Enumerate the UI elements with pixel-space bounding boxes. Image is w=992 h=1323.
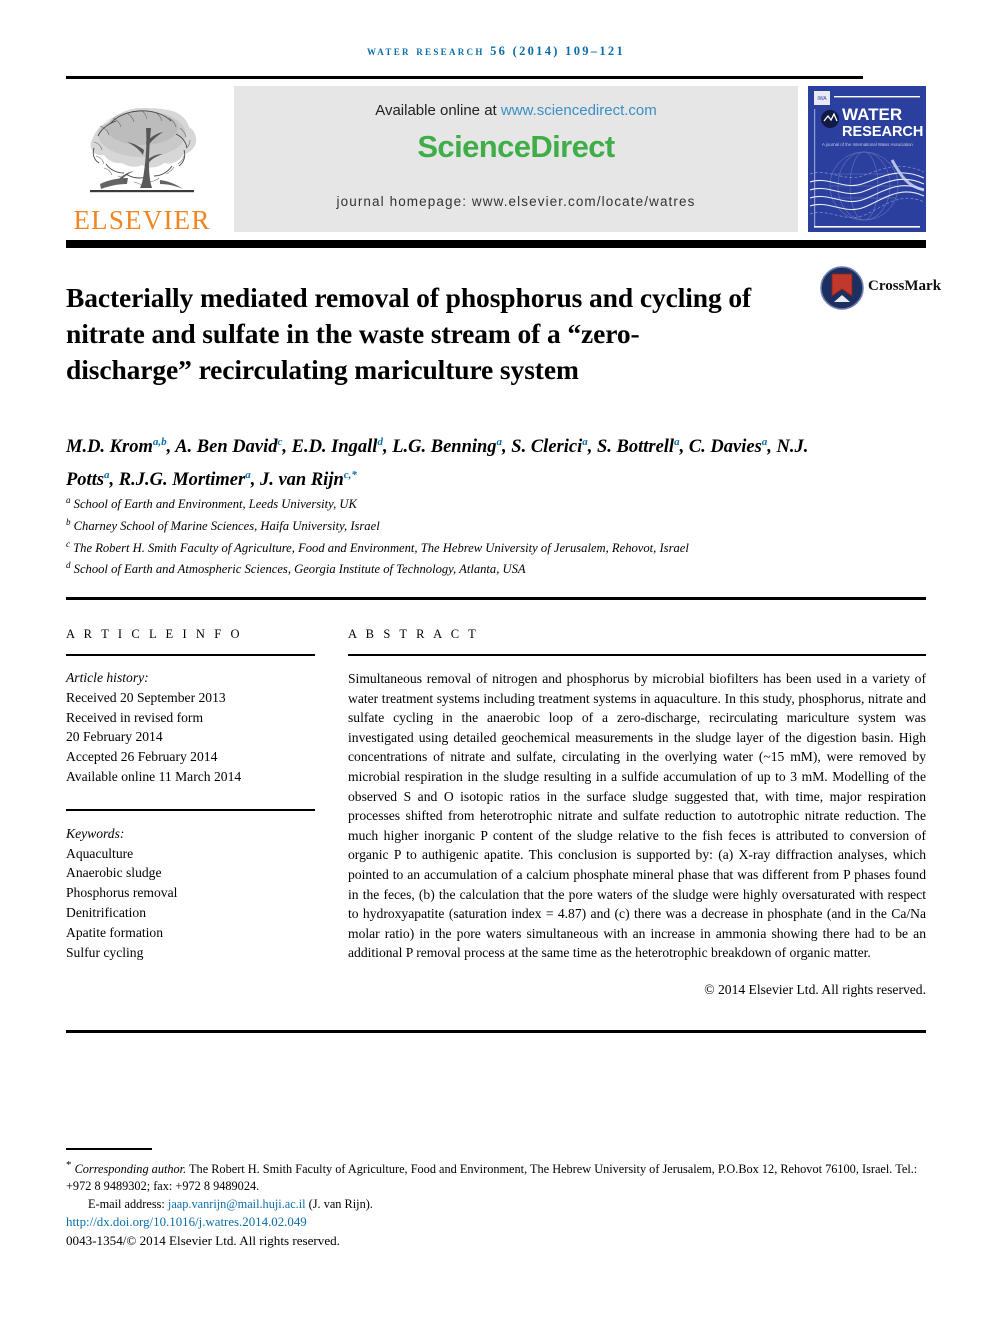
article-history: Article history: Received 20 September 2… bbox=[66, 668, 316, 787]
article-info-heading: A R T I C L E I N F O bbox=[66, 627, 243, 641]
keywords-label: Keywords: bbox=[66, 825, 125, 841]
abstract-heading: A B S T R A C T bbox=[348, 627, 479, 641]
issn-copyright-line: 0043-1354/© 2014 Elsevier Ltd. All right… bbox=[66, 1233, 340, 1249]
author-list: M.D. Kroma,b, A. Ben Davidc, E.D. Ingall… bbox=[66, 436, 809, 491]
crossmark-badge[interactable]: CrossMark bbox=[820, 266, 942, 322]
journal-homepage-line[interactable]: journal homepage: www.elsevier.com/locat… bbox=[234, 194, 798, 209]
elsevier-logo: ELSEVIER bbox=[66, 82, 218, 234]
page-title: Bacterially mediated removal of phosphor… bbox=[66, 282, 752, 386]
article-history-item: Accepted 26 February 2014 bbox=[66, 749, 218, 765]
journal-cover-thumbnail[interactable]: IWA WATER RESEARCH A journal of the Inte… bbox=[808, 86, 926, 232]
sciencedirect-url-link[interactable]: www.sciencedirect.com bbox=[501, 102, 657, 119]
header-bottom-rule bbox=[66, 597, 926, 600]
keywords-rule bbox=[66, 808, 315, 811]
journal-article-first-page: water research 56 (2014) 109–121 ELSEVIE… bbox=[0, 0, 992, 1323]
sciencedirect-banner: Available online at www.sciencedirect.co… bbox=[234, 86, 798, 232]
affiliation-item: a School of Earth and Environment, Leeds… bbox=[66, 492, 866, 514]
abstract-text: Simultaneous removal of nitrogen and pho… bbox=[348, 671, 926, 961]
affiliation-text: The Robert H. Smith Faculty of Agricultu… bbox=[73, 540, 689, 555]
affiliation-item: b Charney School of Marine Sciences, Hai… bbox=[66, 514, 866, 536]
keyword-item: Denitrification bbox=[66, 904, 147, 920]
keyword-item: Sulfur cycling bbox=[66, 944, 144, 960]
article-history-item: Available online 11 March 2014 bbox=[66, 768, 242, 784]
svg-text:RESEARCH: RESEARCH bbox=[842, 124, 923, 140]
footnote-separator bbox=[66, 1148, 152, 1150]
keyword-item: Apatite formation bbox=[66, 924, 164, 940]
svg-text:A journal of the International: A journal of the International Water Ass… bbox=[822, 142, 913, 147]
abstract-bottom-rule bbox=[66, 1030, 926, 1033]
email-note: E-mail address: jaap.vanrijn@mail.huji.a… bbox=[66, 1196, 936, 1214]
elsevier-wordmark: ELSEVIER bbox=[73, 205, 211, 235]
affiliation-list: a School of Earth and Environment, Leeds… bbox=[66, 492, 866, 579]
doi-link[interactable]: http://dx.doi.org/10.1016/j.watres.2014.… bbox=[66, 1213, 936, 1231]
sciencedirect-wordmark: ScienceDirect bbox=[417, 129, 615, 164]
keyword-item: Phosphorus removal bbox=[66, 885, 178, 901]
abstract-copyright: © 2014 Elsevier Ltd. All rights reserved… bbox=[704, 981, 926, 997]
affiliation-marker: d bbox=[66, 560, 71, 571]
affiliation-item: d School of Earth and Atmospheric Scienc… bbox=[66, 557, 866, 579]
journal-cover-artwork: IWA WATER RESEARCH A journal of the Inte… bbox=[808, 86, 926, 232]
affiliation-text: Charney School of Marine Sciences, Haifa… bbox=[73, 518, 380, 533]
footnote-block: * Corresponding author. The Robert H. Sm… bbox=[66, 1148, 936, 1250]
abstract-rule bbox=[348, 654, 926, 656]
banner-bottom-rule bbox=[66, 240, 926, 248]
email-owner: (J. van Rijn). bbox=[308, 1196, 373, 1211]
available-online-prefix: Available online at bbox=[375, 102, 501, 119]
svg-text:WATER: WATER bbox=[842, 105, 902, 124]
crossmark-label: CrossMark bbox=[868, 278, 942, 294]
abstract-column: A B S T R A C T Simultaneous removal of … bbox=[348, 627, 926, 998]
keyword-item: Aquaculture bbox=[66, 845, 134, 861]
affiliation-marker: c bbox=[66, 538, 70, 549]
article-history-item: 20 February 2014 bbox=[66, 729, 163, 745]
publisher-banner: ELSEVIER Available online at www.science… bbox=[66, 82, 926, 234]
article-info-column: A R T I C L E I N F O Article history: R… bbox=[66, 627, 316, 962]
keyword-list: Keywords: Aquaculture Anaerobic sludge P… bbox=[66, 824, 316, 963]
affiliation-item: c The Robert H. Smith Faculty of Agricul… bbox=[66, 536, 866, 558]
affiliation-text: School of Earth and Atmospheric Sciences… bbox=[73, 562, 526, 577]
affiliation-marker: b bbox=[66, 516, 71, 527]
article-history-item: Received 20 September 2013 bbox=[66, 689, 226, 705]
email-link[interactable]: jaap.vanrijn@mail.huji.ac.il bbox=[168, 1197, 306, 1211]
article-history-item: Received in revised form bbox=[66, 709, 204, 725]
corresponding-author-text: The Robert H. Smith Faculty of Agricultu… bbox=[66, 1161, 918, 1194]
keyword-item: Anaerobic sludge bbox=[66, 865, 162, 881]
corresponding-author-label: Corresponding author. bbox=[74, 1161, 187, 1176]
top-divider-rule bbox=[66, 76, 863, 79]
asterisk-icon: * bbox=[66, 1158, 72, 1171]
corresponding-author-note: * Corresponding author. The Robert H. Sm… bbox=[66, 1157, 936, 1196]
available-online-line: Available online at www.sciencedirect.co… bbox=[234, 102, 798, 119]
elsevier-tree-icon bbox=[90, 108, 197, 193]
affiliation-marker: a bbox=[66, 495, 71, 505]
article-history-label: Article history: bbox=[66, 670, 149, 685]
svg-text:IWA: IWA bbox=[817, 96, 827, 102]
affiliation-text: School of Earth and Environment, Leeds U… bbox=[73, 497, 357, 512]
email-label: E-mail address: bbox=[88, 1196, 165, 1211]
article-info-rule bbox=[66, 654, 315, 656]
crossmark-icon bbox=[820, 266, 864, 310]
running-head: water research 56 (2014) 109–121 bbox=[366, 44, 626, 58]
